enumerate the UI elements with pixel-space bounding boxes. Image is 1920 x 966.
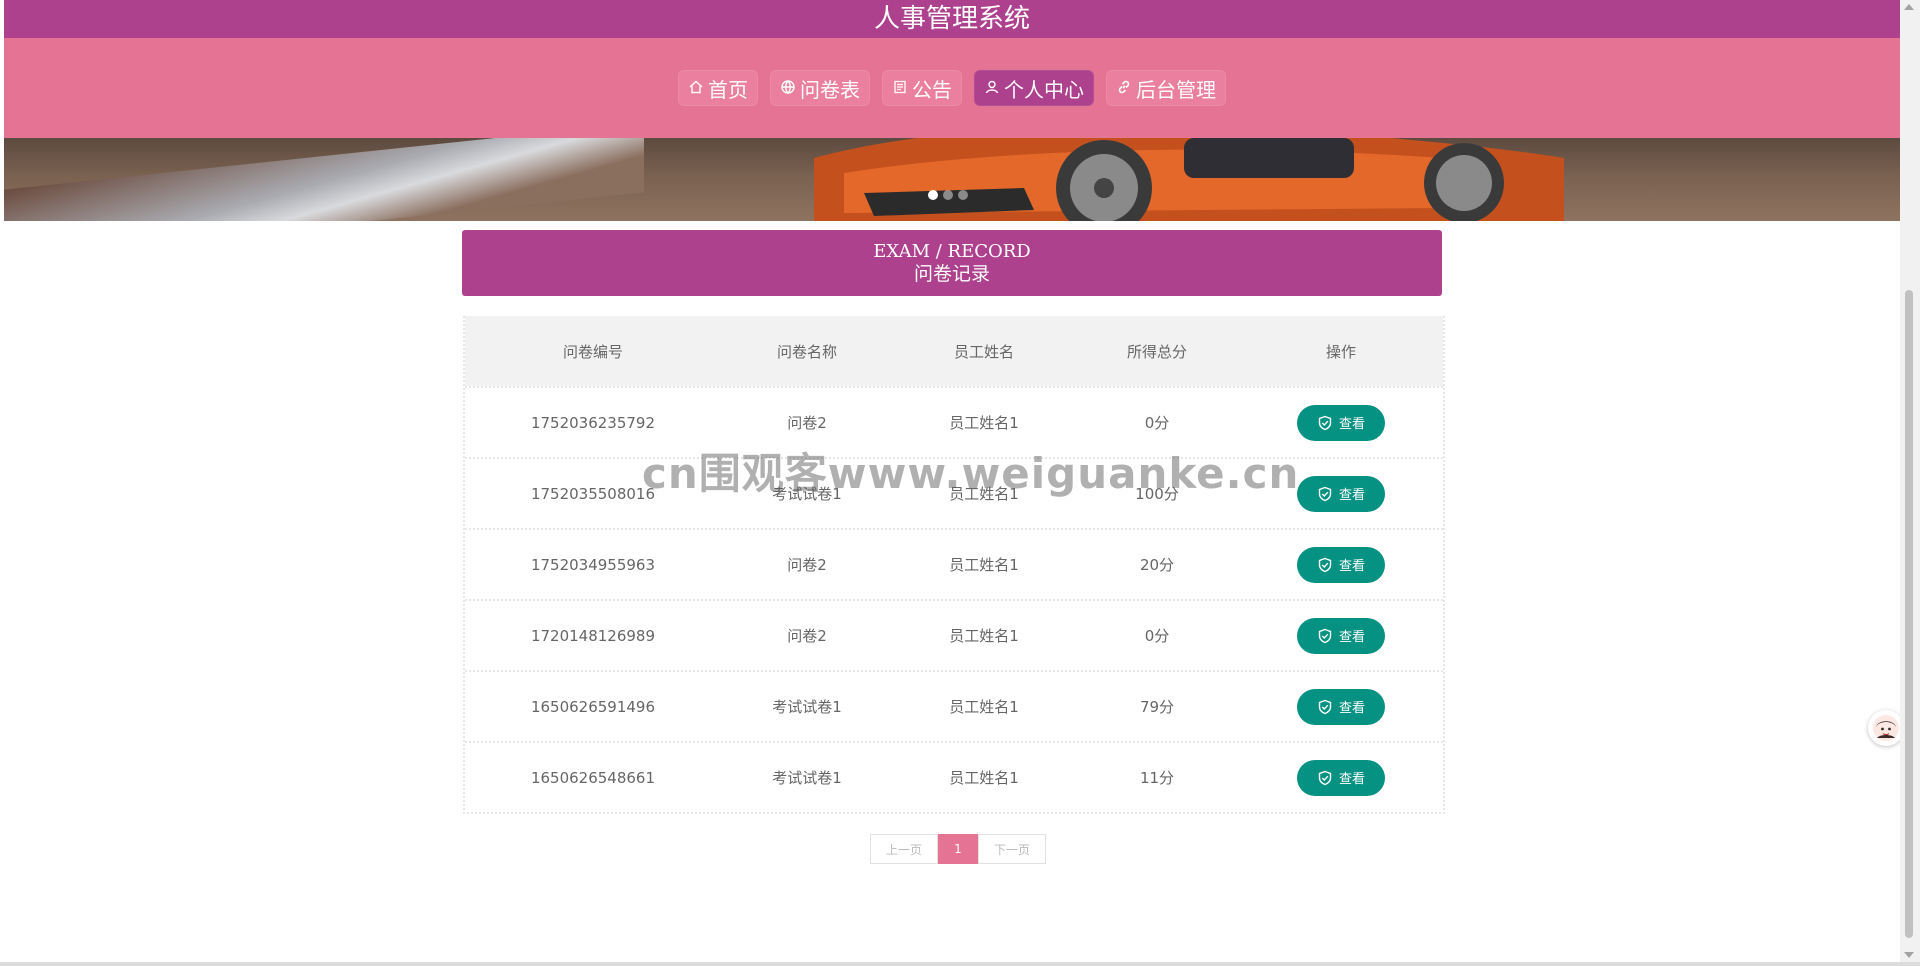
nav-item-notice[interactable]: 公告 bbox=[882, 70, 962, 106]
banner-carousel[interactable] bbox=[4, 138, 1900, 221]
view-button-label: 查看 bbox=[1338, 417, 1365, 432]
shield-check-icon bbox=[1318, 628, 1332, 643]
avatar-icon bbox=[1873, 715, 1899, 741]
nav-item-personal-center[interactable]: 个人中心 bbox=[974, 70, 1094, 106]
column-header: 问卷编号 bbox=[562, 342, 623, 361]
carousel-dot-3[interactable] bbox=[958, 190, 968, 200]
column-header: 员工姓名 bbox=[953, 342, 1014, 361]
carousel-dots bbox=[928, 190, 968, 200]
action-cell: 查看 bbox=[1239, 617, 1443, 654]
total-score: 11分 bbox=[1139, 769, 1175, 787]
nav-item-admin[interactable]: 后台管理 bbox=[1106, 70, 1226, 106]
record-id: 1752036235792 bbox=[530, 413, 656, 432]
employee-name: 员工姓名1 bbox=[949, 556, 1019, 574]
action-cell: 查看 bbox=[1239, 546, 1443, 583]
survey-name: 问卷2 bbox=[787, 556, 827, 574]
survey-name: 问卷2 bbox=[787, 414, 827, 432]
shield-check-icon bbox=[1318, 415, 1332, 430]
page-number-button[interactable]: 1 bbox=[938, 834, 978, 864]
site-title: 人事管理系统 bbox=[873, 4, 1030, 34]
main-nav: 首页 问卷表 公告 个人中心 后台管理 bbox=[4, 38, 1900, 138]
nav-item-label: 首页 bbox=[708, 77, 748, 102]
link-icon bbox=[1116, 76, 1132, 100]
nav-item-label: 公告 bbox=[912, 77, 952, 102]
total-score: 20分 bbox=[1139, 556, 1175, 574]
view-button[interactable]: 查看 bbox=[1297, 404, 1385, 441]
section-title-cn: 问卷记录 bbox=[913, 263, 990, 285]
banner-track-decoration bbox=[4, 138, 644, 221]
pagination: 上一页 1 下一页 bbox=[870, 834, 1046, 864]
next-page-button[interactable]: 下一页 bbox=[978, 834, 1046, 864]
total-score: 0分 bbox=[1144, 627, 1170, 645]
carousel-dot-2[interactable] bbox=[943, 190, 953, 200]
shield-check-icon bbox=[1318, 770, 1332, 785]
employee-name: 员工姓名1 bbox=[949, 627, 1019, 645]
action-cell: 查看 bbox=[1239, 759, 1443, 796]
carousel-dot-1[interactable] bbox=[928, 190, 938, 200]
title-bar: 人事管理系统 bbox=[4, 0, 1900, 38]
shield-check-icon bbox=[1318, 557, 1332, 572]
view-button-label: 查看 bbox=[1338, 488, 1365, 503]
column-header: 所得总分 bbox=[1126, 342, 1187, 361]
nav-item-label: 问卷表 bbox=[800, 77, 860, 102]
globe-icon bbox=[780, 76, 796, 100]
action-cell: 查看 bbox=[1239, 404, 1443, 441]
column-header: 操作 bbox=[1325, 342, 1356, 361]
record-id: 1752034955963 bbox=[530, 555, 656, 574]
total-score: 0分 bbox=[1144, 414, 1170, 432]
table-row: 1720148126989 问卷2 员工姓名1 0分 查看 bbox=[465, 599, 1443, 670]
survey-name: 考试试卷1 bbox=[772, 769, 842, 787]
view-button[interactable]: 查看 bbox=[1297, 759, 1385, 796]
table-row: 1752034955963 问卷2 员工姓名1 20分 查看 bbox=[465, 528, 1443, 599]
table-header: 问卷编号 问卷名称 员工姓名 所得总分 操作 bbox=[465, 316, 1443, 386]
scroll-thumb[interactable] bbox=[1905, 290, 1913, 938]
banner-car-image bbox=[814, 138, 1564, 221]
view-button-label: 查看 bbox=[1338, 701, 1365, 716]
survey-name: 问卷2 bbox=[787, 627, 827, 645]
view-button[interactable]: 查看 bbox=[1297, 546, 1385, 583]
nav-item-survey[interactable]: 问卷表 bbox=[770, 70, 870, 106]
scrollbar[interactable] bbox=[1900, 0, 1920, 962]
view-button-label: 查看 bbox=[1338, 772, 1365, 787]
scroll-down-arrow-icon[interactable] bbox=[1904, 952, 1914, 958]
shield-check-icon bbox=[1318, 699, 1332, 714]
watermark-text: cn围观客www.weiguanke.cn bbox=[642, 449, 1300, 498]
exam-record-table: 问卷编号 问卷名称 员工姓名 所得总分 操作 1752036235792 问卷2… bbox=[463, 316, 1445, 814]
view-button[interactable]: 查看 bbox=[1297, 475, 1385, 512]
view-button[interactable]: 查看 bbox=[1297, 688, 1385, 725]
scroll-up-arrow-icon[interactable] bbox=[1904, 4, 1914, 10]
view-button-label: 查看 bbox=[1338, 630, 1365, 645]
prev-page-button[interactable]: 上一页 bbox=[870, 834, 938, 864]
shield-check-icon bbox=[1318, 486, 1332, 501]
view-button-label: 查看 bbox=[1338, 559, 1365, 574]
record-id: 1650626548661 bbox=[530, 768, 656, 787]
user-icon bbox=[984, 76, 1000, 100]
action-cell: 查看 bbox=[1239, 688, 1443, 725]
page: 人事管理系统 首页 问卷表 公告 个人中心 后台管理 EXAM / RECORD… bbox=[4, 0, 1900, 962]
employee-name: 员工姓名1 bbox=[949, 769, 1019, 787]
table-row: 1650626548661 考试试卷1 员工姓名1 11分 查看 bbox=[465, 741, 1443, 812]
column-header: 问卷名称 bbox=[776, 342, 837, 361]
home-icon bbox=[688, 76, 704, 100]
nav-item-home[interactable]: 首页 bbox=[678, 70, 758, 106]
nav-item-label: 个人中心 bbox=[1004, 77, 1084, 102]
survey-name: 考试试卷1 bbox=[772, 698, 842, 716]
employee-name: 员工姓名1 bbox=[949, 414, 1019, 432]
window-bottom-edge bbox=[0, 962, 1920, 966]
employee-name: 员工姓名1 bbox=[949, 698, 1019, 716]
record-id: 1650626591496 bbox=[530, 697, 656, 716]
view-button[interactable]: 查看 bbox=[1297, 617, 1385, 654]
total-score: 79分 bbox=[1139, 698, 1175, 716]
section-heading: EXAM / RECORD 问卷记录 bbox=[462, 230, 1442, 296]
record-id: 1720148126989 bbox=[530, 626, 656, 645]
notice-icon bbox=[892, 76, 908, 100]
nav-item-label: 后台管理 bbox=[1136, 77, 1216, 102]
section-title-en: EXAM / RECORD bbox=[873, 241, 1031, 262]
support-avatar[interactable] bbox=[1868, 710, 1900, 746]
table-row: 1650626591496 考试试卷1 员工姓名1 79分 查看 bbox=[465, 670, 1443, 741]
